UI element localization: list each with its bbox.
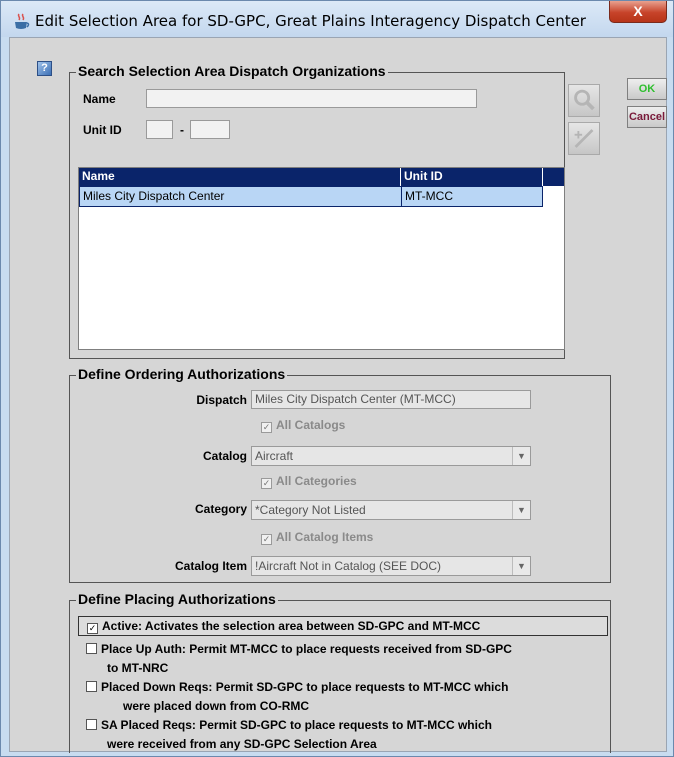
placed-down-reqs-label-line2: were placed down from CO-RMC bbox=[123, 699, 310, 713]
category-value: *Category Not Listed bbox=[255, 503, 366, 517]
results-table[interactable]: Name Unit ID Miles City Dispatch Center … bbox=[78, 167, 565, 350]
help-icon[interactable]: ? bbox=[37, 61, 52, 76]
chevron-down-icon: ▼ bbox=[512, 557, 530, 575]
java-cup-icon bbox=[15, 13, 30, 29]
search-button[interactable] bbox=[568, 84, 600, 117]
clear-icon bbox=[574, 129, 594, 148]
dialog-window: Edit Selection Area for SD-GPC, Great Pl… bbox=[0, 0, 674, 757]
ordering-group-title: Define Ordering Authorizations bbox=[76, 366, 288, 382]
chevron-down-icon: ▼ bbox=[512, 501, 530, 519]
checkmark-icon: ✓ bbox=[87, 623, 98, 634]
dispatch-label: Dispatch bbox=[196, 393, 247, 407]
checkbox-box bbox=[86, 719, 97, 730]
title-bar[interactable]: Edit Selection Area for SD-GPC, Great Pl… bbox=[1, 1, 673, 37]
checkmark-icon: ✓ bbox=[261, 422, 272, 433]
name-input[interactable] bbox=[146, 89, 477, 108]
name-label: Name bbox=[83, 92, 116, 106]
catalog-item-dropdown[interactable]: !Aircraft Not in Catalog (SEE DOC) ▼ bbox=[251, 556, 531, 576]
all-catalog-items-label: All Catalog Items bbox=[276, 530, 374, 544]
magnifier-icon bbox=[574, 89, 595, 111]
catalog-dropdown[interactable]: Aircraft ▼ bbox=[251, 446, 531, 466]
sa-placed-reqs-label-line2: were received from any SD-GPC Selection … bbox=[107, 737, 377, 751]
window-title: Edit Selection Area for SD-GPC, Great Pl… bbox=[35, 12, 586, 30]
catalog-item-label: Catalog Item bbox=[174, 559, 247, 573]
close-button[interactable]: X bbox=[609, 1, 667, 23]
catalog-label: Catalog bbox=[202, 449, 247, 463]
place-up-auth-label-line2: to MT-NRC bbox=[107, 661, 169, 675]
unit-id-label: Unit ID bbox=[83, 123, 122, 137]
place-up-auth-checkbox[interactable]: Place Up Auth: Permit MT-MCC to place re… bbox=[86, 642, 512, 656]
category-label: Category bbox=[194, 502, 247, 516]
checkmark-icon: ✓ bbox=[261, 478, 272, 489]
ok-button[interactable]: OK bbox=[627, 78, 667, 100]
placing-group: Define Placing Authorizations ✓ Active: A… bbox=[69, 591, 611, 753]
placing-group-title: Define Placing Authorizations bbox=[76, 591, 278, 607]
chevron-down-icon: ▼ bbox=[512, 447, 530, 465]
catalog-item-value: !Aircraft Not in Catalog (SEE DOC) bbox=[255, 559, 442, 573]
checkbox-box bbox=[86, 643, 97, 654]
dispatch-field: Miles City Dispatch Center (MT-MCC) bbox=[251, 390, 531, 409]
table-row[interactable]: Miles City Dispatch Center MT-MCC bbox=[79, 186, 543, 207]
column-header-unit-id[interactable]: Unit ID bbox=[401, 168, 543, 186]
place-up-auth-label: Place Up Auth: Permit MT-MCC to place re… bbox=[101, 642, 512, 656]
placed-down-reqs-checkbox[interactable]: Placed Down Reqs: Permit SD-GPC to place… bbox=[86, 680, 508, 694]
ordering-group: Define Ordering Authorizations Dispatch … bbox=[69, 366, 611, 583]
sa-placed-reqs-label: SA Placed Reqs: Permit SD-GPC to place r… bbox=[101, 718, 492, 732]
cell-unit-id: MT-MCC bbox=[405, 189, 453, 203]
table-header: Name Unit ID bbox=[79, 168, 564, 186]
checkmark-icon: ✓ bbox=[261, 534, 272, 545]
checkbox-box bbox=[86, 681, 97, 692]
unit-id-suffix-input[interactable] bbox=[190, 120, 230, 139]
unit-id-separator: - bbox=[180, 123, 184, 137]
active-label: Active: Activates the selection area bet… bbox=[102, 619, 481, 633]
sa-placed-reqs-checkbox[interactable]: SA Placed Reqs: Permit SD-GPC to place r… bbox=[86, 718, 492, 732]
all-categories-checkbox[interactable]: ✓ All Categories bbox=[261, 474, 357, 489]
placed-down-reqs-label: Placed Down Reqs: Permit SD-GPC to place… bbox=[101, 680, 509, 694]
cancel-button[interactable]: Cancel bbox=[627, 106, 667, 128]
all-catalog-items-checkbox[interactable]: ✓ All Catalog Items bbox=[261, 530, 373, 545]
clear-button[interactable] bbox=[568, 122, 600, 155]
all-categories-label: All Categories bbox=[276, 474, 357, 488]
cell-name: Miles City Dispatch Center bbox=[80, 187, 402, 206]
search-group-title: Search Selection Area Dispatch Organizat… bbox=[76, 63, 388, 79]
dialog-body: ? Search Selection Area Dispatch Organiz… bbox=[9, 37, 667, 753]
category-dropdown[interactable]: *Category Not Listed ▼ bbox=[251, 500, 531, 520]
catalog-value: Aircraft bbox=[255, 449, 294, 463]
column-header-name[interactable]: Name bbox=[79, 168, 401, 186]
active-checkbox-row[interactable]: ✓ Active: Activates the selection area be… bbox=[78, 616, 608, 636]
all-catalogs-checkbox[interactable]: ✓ All Catalogs bbox=[261, 418, 345, 433]
search-group: Search Selection Area Dispatch Organizat… bbox=[69, 63, 565, 359]
unit-id-prefix-input[interactable] bbox=[146, 120, 173, 139]
all-catalogs-label: All Catalogs bbox=[276, 418, 346, 432]
